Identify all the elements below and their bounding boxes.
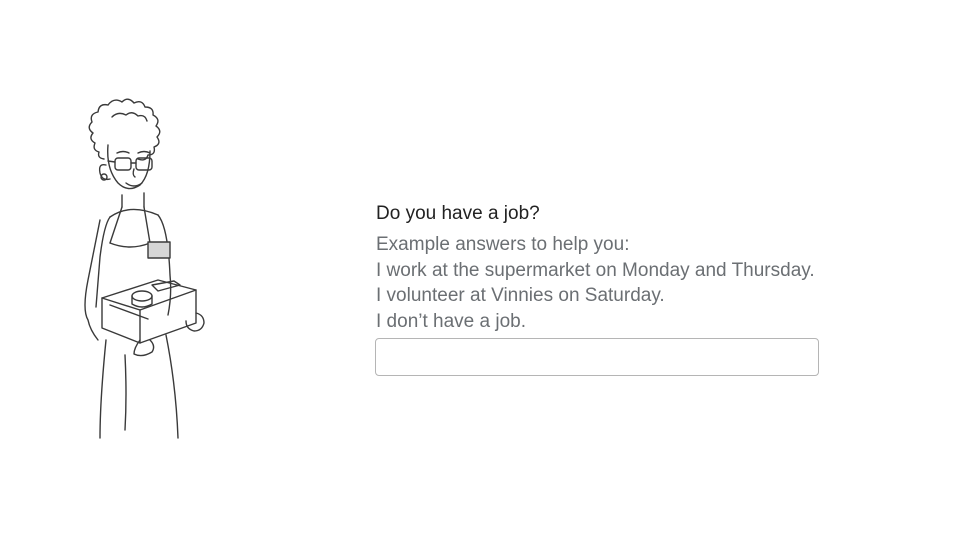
hint-line: I don’t have a job. — [376, 310, 526, 332]
job-answer-input[interactable] — [375, 338, 819, 376]
hint-line: I work at the supermarket on Monday and … — [376, 259, 815, 281]
question-label: Do you have a job? — [376, 203, 540, 224]
hint-line: Example answers to help you: — [376, 234, 630, 255]
woman-holding-box-icon — [84, 98, 205, 439]
page: Do you have a job? Example answers to he… — [0, 0, 960, 540]
hint-line: I volunteer at Vinnies on Saturday. — [376, 285, 665, 306]
question-block: Do you have a job? Example answers to he… — [376, 202, 896, 334]
